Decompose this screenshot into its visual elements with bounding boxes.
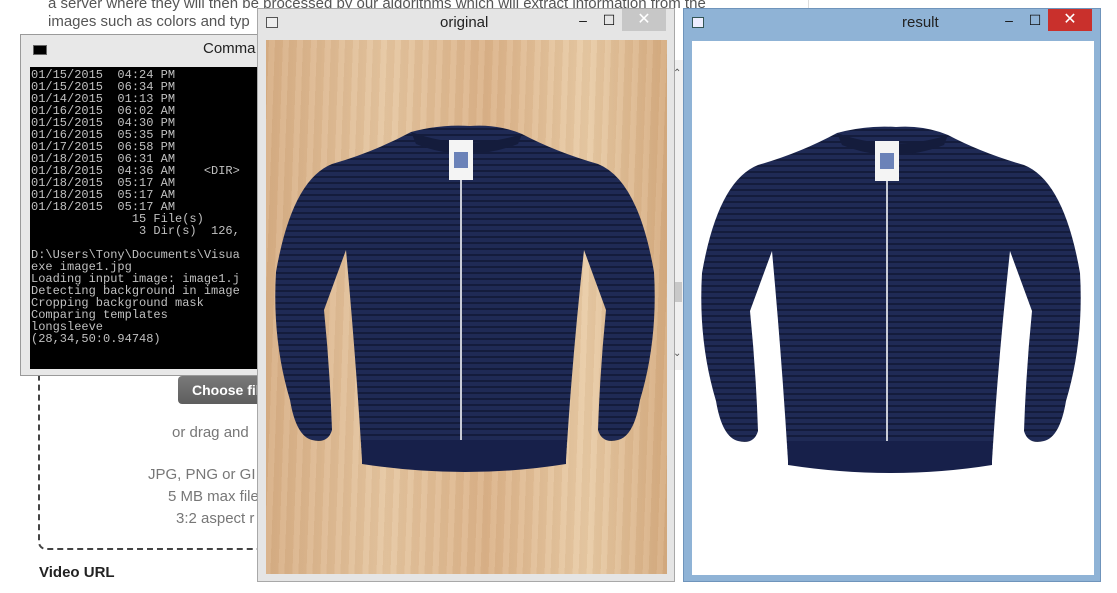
maximize-button[interactable]: ☐ <box>596 9 622 31</box>
result-title: result <box>902 14 939 31</box>
cmd-titlebar[interactable]: Comma <box>21 35 269 63</box>
jacket-photo <box>275 125 655 472</box>
result-image <box>692 41 1094 575</box>
minimize-button[interactable]: ‒ <box>996 9 1022 31</box>
cmd-app-icon <box>33 45 47 55</box>
console-line: 3 Dir(s) 126, <box>31 224 240 238</box>
drag-hint: or drag and <box>172 424 249 441</box>
video-url-label: Video URL <box>39 564 115 581</box>
command-prompt-window[interactable]: Comma 01/15/2015 04:24 PM 01/15/2015 06:3… <box>20 34 270 376</box>
tag-logo <box>880 153 894 169</box>
original-title: original <box>440 14 489 31</box>
cmd-title: Comma <box>203 40 256 57</box>
result-image-window[interactable]: result ‒ ☐ ✕ <box>683 8 1101 582</box>
format-hint: JPG, PNG or GI <box>148 466 256 483</box>
close-button[interactable]: ✕ <box>1048 9 1092 31</box>
tag-logo <box>454 152 468 168</box>
result-titlebar[interactable]: result ‒ ☐ ✕ <box>684 9 1100 37</box>
original-image-window[interactable]: original ‒ ☐ ✕ <box>257 8 675 582</box>
maximize-button[interactable]: ☐ <box>1022 9 1048 31</box>
window-app-icon <box>692 17 704 28</box>
aspect-hint: 3:2 aspect r <box>176 510 255 527</box>
original-image <box>266 40 667 574</box>
window-app-icon <box>266 17 278 28</box>
size-hint: 5 MB max file <box>168 488 259 505</box>
jacket-hem <box>362 440 566 472</box>
console-line: (28,34,50:0.94748) <box>31 332 161 346</box>
jacket-hem <box>788 441 992 473</box>
close-button[interactable]: ✕ <box>622 9 666 31</box>
jacket-cutout <box>701 126 1081 473</box>
original-titlebar[interactable]: original ‒ ☐ ✕ <box>258 9 674 37</box>
minimize-button[interactable]: ‒ <box>570 9 596 31</box>
console-output[interactable]: 01/15/2015 04:24 PM 01/15/2015 06:34 PM 01… <box>30 67 266 369</box>
scroll-thumb[interactable] <box>674 282 682 302</box>
